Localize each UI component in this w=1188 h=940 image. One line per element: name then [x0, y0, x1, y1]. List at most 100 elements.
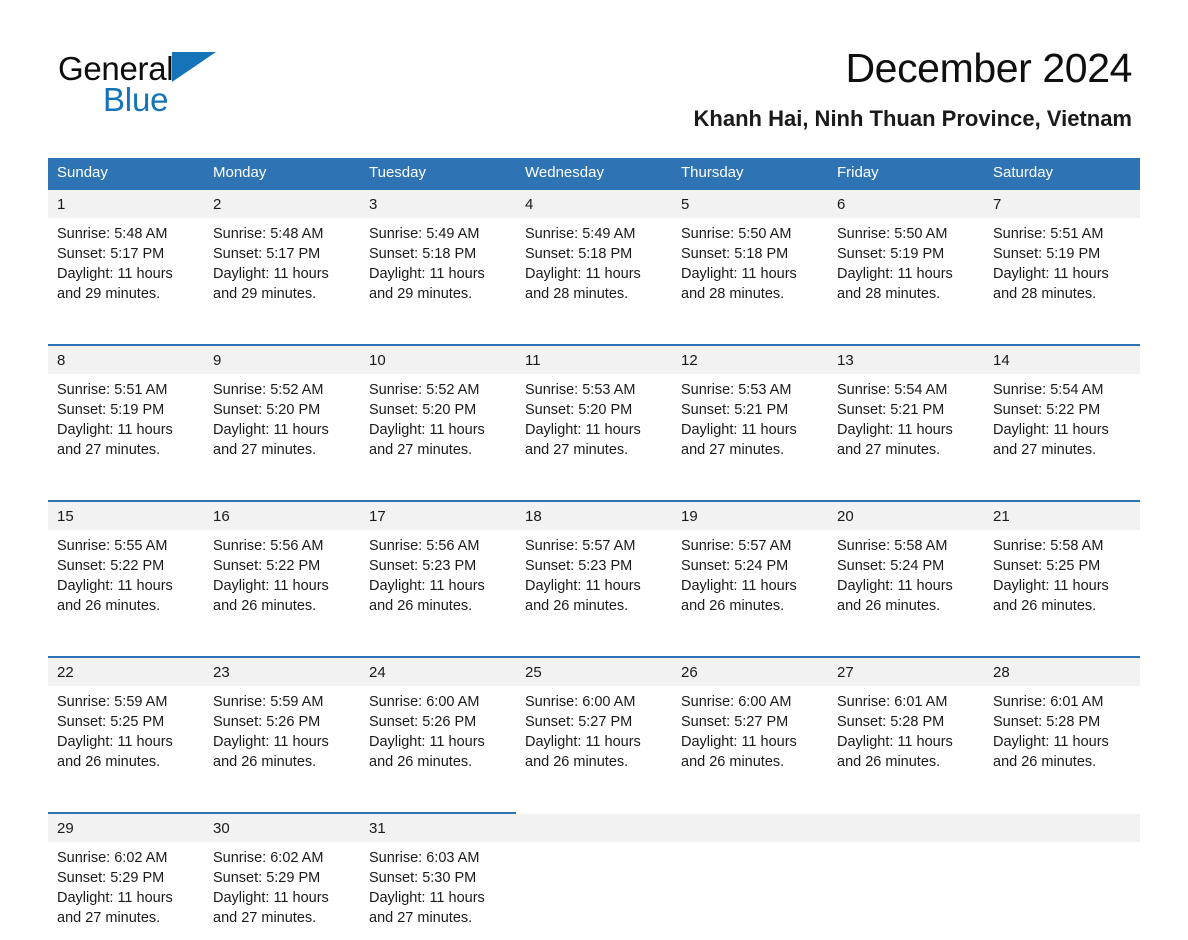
day-cell[interactable]: Sunrise: 5:51 AM Sunset: 5:19 PM Daylight:…: [984, 218, 1140, 316]
day-number[interactable]: 7: [984, 188, 1140, 218]
day-cell[interactable]: Sunrise: 5:52 AM Sunset: 5:20 PM Daylight:…: [204, 374, 360, 472]
day-number[interactable]: 17: [360, 500, 516, 530]
sunrise-text: Sunrise: 5:59 AM: [213, 694, 324, 710]
day-number[interactable]: 25: [516, 656, 672, 686]
week-daynumber-row: 8 9 10 11 12 13 14: [48, 344, 1140, 374]
day-cell[interactable]: Sunrise: 5:52 AM Sunset: 5:20 PM Daylight:…: [360, 374, 516, 472]
day-number[interactable]: 4: [516, 188, 672, 218]
sunrise-text: Sunrise: 5:51 AM: [993, 226, 1104, 242]
daylight-text: Daylight: 11 hours and 28 minutes.: [837, 266, 953, 302]
day-cell[interactable]: Sunrise: 5:50 AM Sunset: 5:18 PM Daylight:…: [672, 218, 828, 316]
day-number[interactable]: 3: [360, 188, 516, 218]
sunset-text: Sunset: 5:23 PM: [525, 558, 633, 574]
sunset-text: Sunset: 5:18 PM: [525, 246, 633, 262]
day-number[interactable]: 5: [672, 188, 828, 218]
week-daynumber-row: 1234567: [48, 188, 1140, 218]
day-number[interactable]: 13: [828, 344, 984, 374]
sunrise-text: Sunrise: 5:56 AM: [213, 538, 324, 554]
day-number[interactable]: 2: [204, 188, 360, 218]
day-cell[interactable]: Sunrise: 5:59 AM Sunset: 5:25 PM Daylight:…: [48, 686, 204, 784]
day-cell[interactable]: Sunrise: 5:51 AM Sunset: 5:19 PM Daylight:…: [48, 374, 204, 472]
day-number[interactable]: 19: [672, 500, 828, 530]
day-cell[interactable]: Sunrise: 6:02 AM Sunset: 5:29 PM Daylight:…: [204, 842, 360, 940]
day-cell[interactable]: Sunrise: 6:01 AM Sunset: 5:28 PM Daylight:…: [984, 686, 1140, 784]
day-number[interactable]: 8: [48, 344, 204, 374]
sunrise-text: Sunrise: 5:57 AM: [681, 538, 792, 554]
day-cell[interactable]: Sunrise: 6:00 AM Sunset: 5:27 PM Daylight:…: [516, 686, 672, 784]
sunrise-text: Sunrise: 5:50 AM: [837, 226, 948, 242]
brand-logo[interactable]: General Blue: [58, 50, 358, 120]
day-cell[interactable]: Sunrise: 5:48 AM Sunset: 5:17 PM Daylight:…: [204, 218, 360, 316]
day-cell[interactable]: Sunrise: 5:59 AM Sunset: 5:26 PM Daylight:…: [204, 686, 360, 784]
day-cell[interactable]: Sunrise: 5:57 AM Sunset: 5:24 PM Daylight:…: [672, 530, 828, 628]
sunset-text: Sunset: 5:21 PM: [681, 402, 789, 418]
day-number[interactable]: 16: [204, 500, 360, 530]
day-number[interactable]: 12: [672, 344, 828, 374]
day-number[interactable]: 20: [828, 500, 984, 530]
day-number[interactable]: 24: [360, 656, 516, 686]
day-cell-empty: [516, 842, 672, 940]
sunrise-text: Sunrise: 6:02 AM: [57, 850, 168, 866]
day-number[interactable]: 15: [48, 500, 204, 530]
week-detail-row: Sunrise: 5:48 AM Sunset: 5:17 PM Daylight:…: [48, 218, 1140, 316]
day-cell-empty: [672, 842, 828, 940]
day-cell[interactable]: Sunrise: 5:54 AM Sunset: 5:21 PM Daylight:…: [828, 374, 984, 472]
title-block: December 2024 Khanh Hai, Ninh Thuan Prov…: [694, 44, 1133, 132]
sunrise-text: Sunrise: 5:57 AM: [525, 538, 636, 554]
day-number[interactable]: 10: [360, 344, 516, 374]
calendar-page: General Blue December 2024 Khanh Hai, Ni…: [0, 0, 1188, 940]
week-separator: [48, 784, 1140, 813]
day-cell[interactable]: Sunrise: 5:49 AM Sunset: 5:18 PM Daylight:…: [360, 218, 516, 316]
day-cell[interactable]: Sunrise: 5:54 AM Sunset: 5:22 PM Daylight:…: [984, 374, 1140, 472]
day-number[interactable]: 1: [48, 188, 204, 218]
day-number[interactable]: 14: [984, 344, 1140, 374]
day-cell[interactable]: Sunrise: 5:58 AM Sunset: 5:24 PM Daylight:…: [828, 530, 984, 628]
day-number[interactable]: 30: [204, 812, 360, 842]
day-number[interactable]: 18: [516, 500, 672, 530]
week-daynumber-row: 15 16 17 18 19 20 21: [48, 500, 1140, 530]
day-cell[interactable]: Sunrise: 5:53 AM Sunset: 5:20 PM Daylight:…: [516, 374, 672, 472]
weekday-header-monday: Monday: [204, 158, 360, 189]
daylight-text: Daylight: 11 hours and 28 minutes.: [993, 266, 1109, 302]
sunset-text: Sunset: 5:20 PM: [369, 402, 477, 418]
week-separator-cell: [48, 316, 1140, 345]
day-cell[interactable]: Sunrise: 6:00 AM Sunset: 5:26 PM Daylight:…: [360, 686, 516, 784]
day-number[interactable]: 31: [360, 812, 516, 842]
sunrise-sunset-calendar: Sunday Monday Tuesday Wednesday Thursday…: [48, 158, 1140, 940]
day-cell[interactable]: Sunrise: 6:00 AM Sunset: 5:27 PM Daylight:…: [672, 686, 828, 784]
day-cell[interactable]: Sunrise: 6:02 AM Sunset: 5:29 PM Daylight:…: [48, 842, 204, 940]
day-cell[interactable]: Sunrise: 5:50 AM Sunset: 5:19 PM Daylight:…: [828, 218, 984, 316]
sunrise-text: Sunrise: 5:54 AM: [837, 382, 948, 398]
week-separator: [48, 628, 1140, 657]
sunset-text: Sunset: 5:28 PM: [837, 714, 945, 730]
sunset-text: Sunset: 5:19 PM: [993, 246, 1101, 262]
daylight-text: Daylight: 11 hours and 26 minutes.: [681, 578, 797, 614]
day-number[interactable]: 26: [672, 656, 828, 686]
sunset-text: Sunset: 5:26 PM: [369, 714, 477, 730]
day-number[interactable]: 29: [48, 812, 204, 842]
sunrise-text: Sunrise: 6:01 AM: [993, 694, 1104, 710]
day-cell[interactable]: Sunrise: 5:56 AM Sunset: 5:23 PM Daylight:…: [360, 530, 516, 628]
day-cell[interactable]: Sunrise: 5:53 AM Sunset: 5:21 PM Daylight:…: [672, 374, 828, 472]
day-number[interactable]: 6: [828, 188, 984, 218]
day-cell[interactable]: Sunrise: 5:57 AM Sunset: 5:23 PM Daylight:…: [516, 530, 672, 628]
sunrise-text: Sunrise: 5:50 AM: [681, 226, 792, 242]
day-number[interactable]: 9: [204, 344, 360, 374]
day-cell[interactable]: Sunrise: 5:55 AM Sunset: 5:22 PM Daylight:…: [48, 530, 204, 628]
day-number[interactable]: 27: [828, 656, 984, 686]
weekday-header-saturday: Saturday: [984, 158, 1140, 189]
day-number[interactable]: 23: [204, 656, 360, 686]
day-cell[interactable]: Sunrise: 5:56 AM Sunset: 5:22 PM Daylight:…: [204, 530, 360, 628]
day-number[interactable]: 28: [984, 656, 1140, 686]
day-cell[interactable]: Sunrise: 5:49 AM Sunset: 5:18 PM Daylight:…: [516, 218, 672, 316]
day-cell[interactable]: Sunrise: 6:01 AM Sunset: 5:28 PM Daylight:…: [828, 686, 984, 784]
day-number[interactable]: 22: [48, 656, 204, 686]
day-cell[interactable]: Sunrise: 5:48 AM Sunset: 5:17 PM Daylight:…: [48, 218, 204, 316]
day-cell[interactable]: Sunrise: 6:03 AM Sunset: 5:30 PM Daylight:…: [360, 842, 516, 940]
day-cell-empty: [984, 842, 1140, 940]
sunset-text: Sunset: 5:26 PM: [213, 714, 321, 730]
day-cell[interactable]: Sunrise: 5:58 AM Sunset: 5:25 PM Daylight:…: [984, 530, 1140, 628]
weekday-header-sunday: Sunday: [48, 158, 204, 189]
day-number[interactable]: 11: [516, 344, 672, 374]
day-number[interactable]: 21: [984, 500, 1140, 530]
